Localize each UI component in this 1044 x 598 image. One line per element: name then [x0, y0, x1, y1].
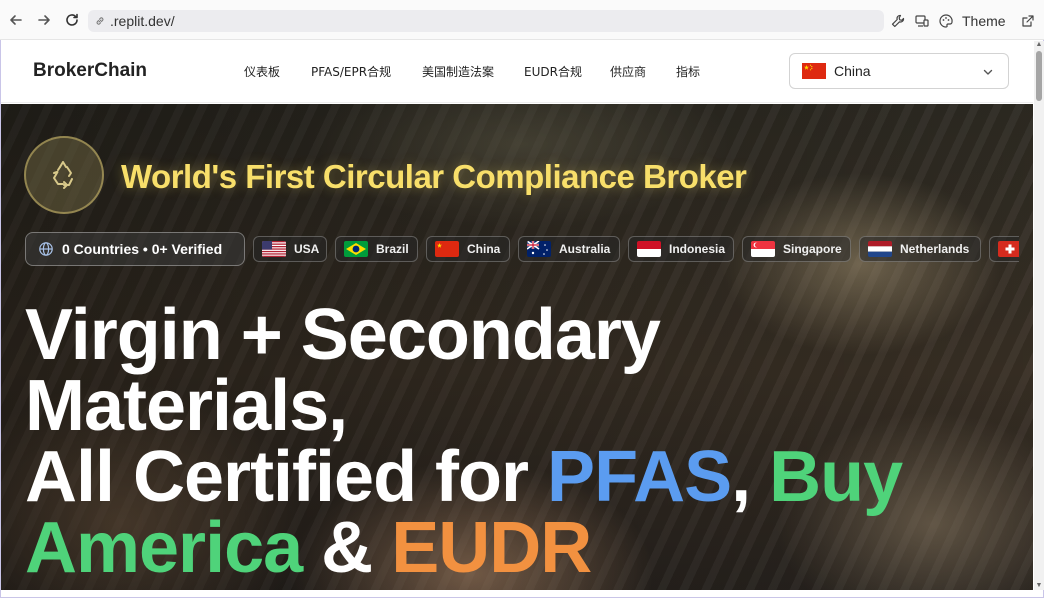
country-chip-brazil[interactable]: Brazil — [335, 236, 418, 262]
headline-line-2: Materials, — [25, 366, 348, 446]
back-button[interactable] — [3, 7, 29, 33]
nav-metrics[interactable]: 指标 — [676, 63, 700, 80]
country-chip-label: USA — [294, 242, 320, 256]
chevron-down-icon — [983, 69, 993, 75]
country-chip-switzerland[interactable] — [989, 236, 1019, 262]
reload-button[interactable] — [59, 7, 85, 33]
devices-icon[interactable] — [914, 13, 930, 29]
country-chip-netherlands[interactable]: Netherlands — [859, 236, 981, 262]
palette-icon[interactable] — [938, 13, 954, 29]
country-chip-label: Brazil — [376, 242, 409, 256]
nav-eudr[interactable]: EUDR合规 — [524, 63, 582, 80]
headline-pfas: PFAS — [547, 437, 732, 517]
headline-buy: Buy — [769, 437, 903, 517]
hero-section: World's First Circular Compliance Broker… — [1, 104, 1033, 590]
nav-pfas-epr[interactable]: PFAS/EPR合规 — [311, 63, 391, 80]
country-chip-singapore[interactable]: Singapore — [742, 236, 851, 262]
recycle-icon — [53, 161, 73, 189]
page-scrollbar[interactable]: ▲ ▼ — [1034, 41, 1044, 590]
headline-line-1: Virgin + Secondary — [25, 295, 661, 375]
scroll-up-arrow[interactable]: ▲ — [1035, 41, 1043, 49]
singapore-flag-icon — [751, 241, 775, 257]
nav-suppliers[interactable]: 供应商 — [610, 63, 646, 80]
china-flag-icon — [802, 63, 826, 79]
arrow-left-icon — [10, 15, 22, 25]
hero-headline: Virgin + Secondary Materials, All Certif… — [25, 295, 1005, 584]
address-bar[interactable]: .replit.dev/ — [88, 10, 884, 32]
australia-flag-icon — [527, 241, 551, 257]
nav-buy-america[interactable]: 美国制造法案 — [422, 63, 494, 80]
browser-toolbar: .replit.dev/ Theme — [0, 0, 1044, 40]
forward-button[interactable] — [31, 7, 57, 33]
stats-chip: 0 Countries • 0+ Verified — [25, 232, 245, 266]
headline-prefix: All Certified for — [25, 437, 548, 517]
indonesia-flag-icon — [637, 241, 661, 257]
netherlands-flag-icon — [868, 241, 892, 257]
headline-america: America — [25, 508, 303, 588]
theme-button[interactable]: Theme — [962, 13, 1006, 29]
country-chip-label: Australia — [559, 242, 611, 256]
china-flag-icon — [435, 241, 459, 257]
country-chip-label: Netherlands — [900, 242, 970, 256]
globe-icon — [39, 242, 53, 256]
usa-flag-icon — [262, 241, 286, 257]
country-chip-label: Singapore — [783, 242, 842, 256]
country-chip-usa[interactable]: USA — [253, 236, 327, 262]
switzerland-flag-icon — [998, 241, 1019, 257]
country-chip-label: Indonesia — [669, 242, 726, 256]
recycle-badge — [24, 136, 104, 214]
headline-line-3: All Certified for PFAS, Buy — [25, 441, 1005, 513]
hero-tagline: World's First Circular Compliance Broker — [121, 158, 747, 195]
headline-eudr: EUDR — [391, 508, 592, 588]
brand-logo[interactable]: BrokerChain — [33, 60, 147, 82]
wrench-icon[interactable] — [890, 13, 906, 29]
country-select-value: China — [834, 63, 871, 79]
country-chip-australia[interactable]: Australia — [518, 236, 620, 262]
url-text: .replit.dev/ — [110, 13, 175, 29]
app-header: BrokerChain 仪表板 PFAS/EPR合规 美国制造法案 EUDR合规… — [1, 41, 1033, 103]
brazil-flag-icon — [344, 241, 368, 257]
stats-text: 0 Countries • 0+ Verified — [62, 241, 223, 257]
country-chip-indonesia[interactable]: Indonesia — [628, 236, 734, 262]
site-info-icon[interactable] — [94, 15, 106, 27]
headline-amp: & — [302, 508, 392, 588]
toolbar-icons: Theme — [890, 10, 1036, 32]
country-chip-china[interactable]: China — [426, 236, 510, 262]
country-chip-label: China — [467, 242, 501, 256]
headline-comma: , — [731, 437, 770, 517]
headline-line-4: America & EUDR — [25, 512, 1005, 584]
reload-icon — [66, 13, 78, 26]
open-external-icon[interactable] — [1020, 13, 1036, 29]
country-select[interactable]: China — [789, 53, 1009, 89]
country-chip-row: USA Brazil China Australia Indonesia Sin… — [253, 236, 1019, 262]
nav-dashboard[interactable]: 仪表板 — [244, 63, 280, 80]
scroll-down-arrow[interactable]: ▼ — [1035, 582, 1043, 590]
arrow-right-icon — [38, 15, 50, 25]
scroll-thumb[interactable] — [1036, 51, 1042, 101]
